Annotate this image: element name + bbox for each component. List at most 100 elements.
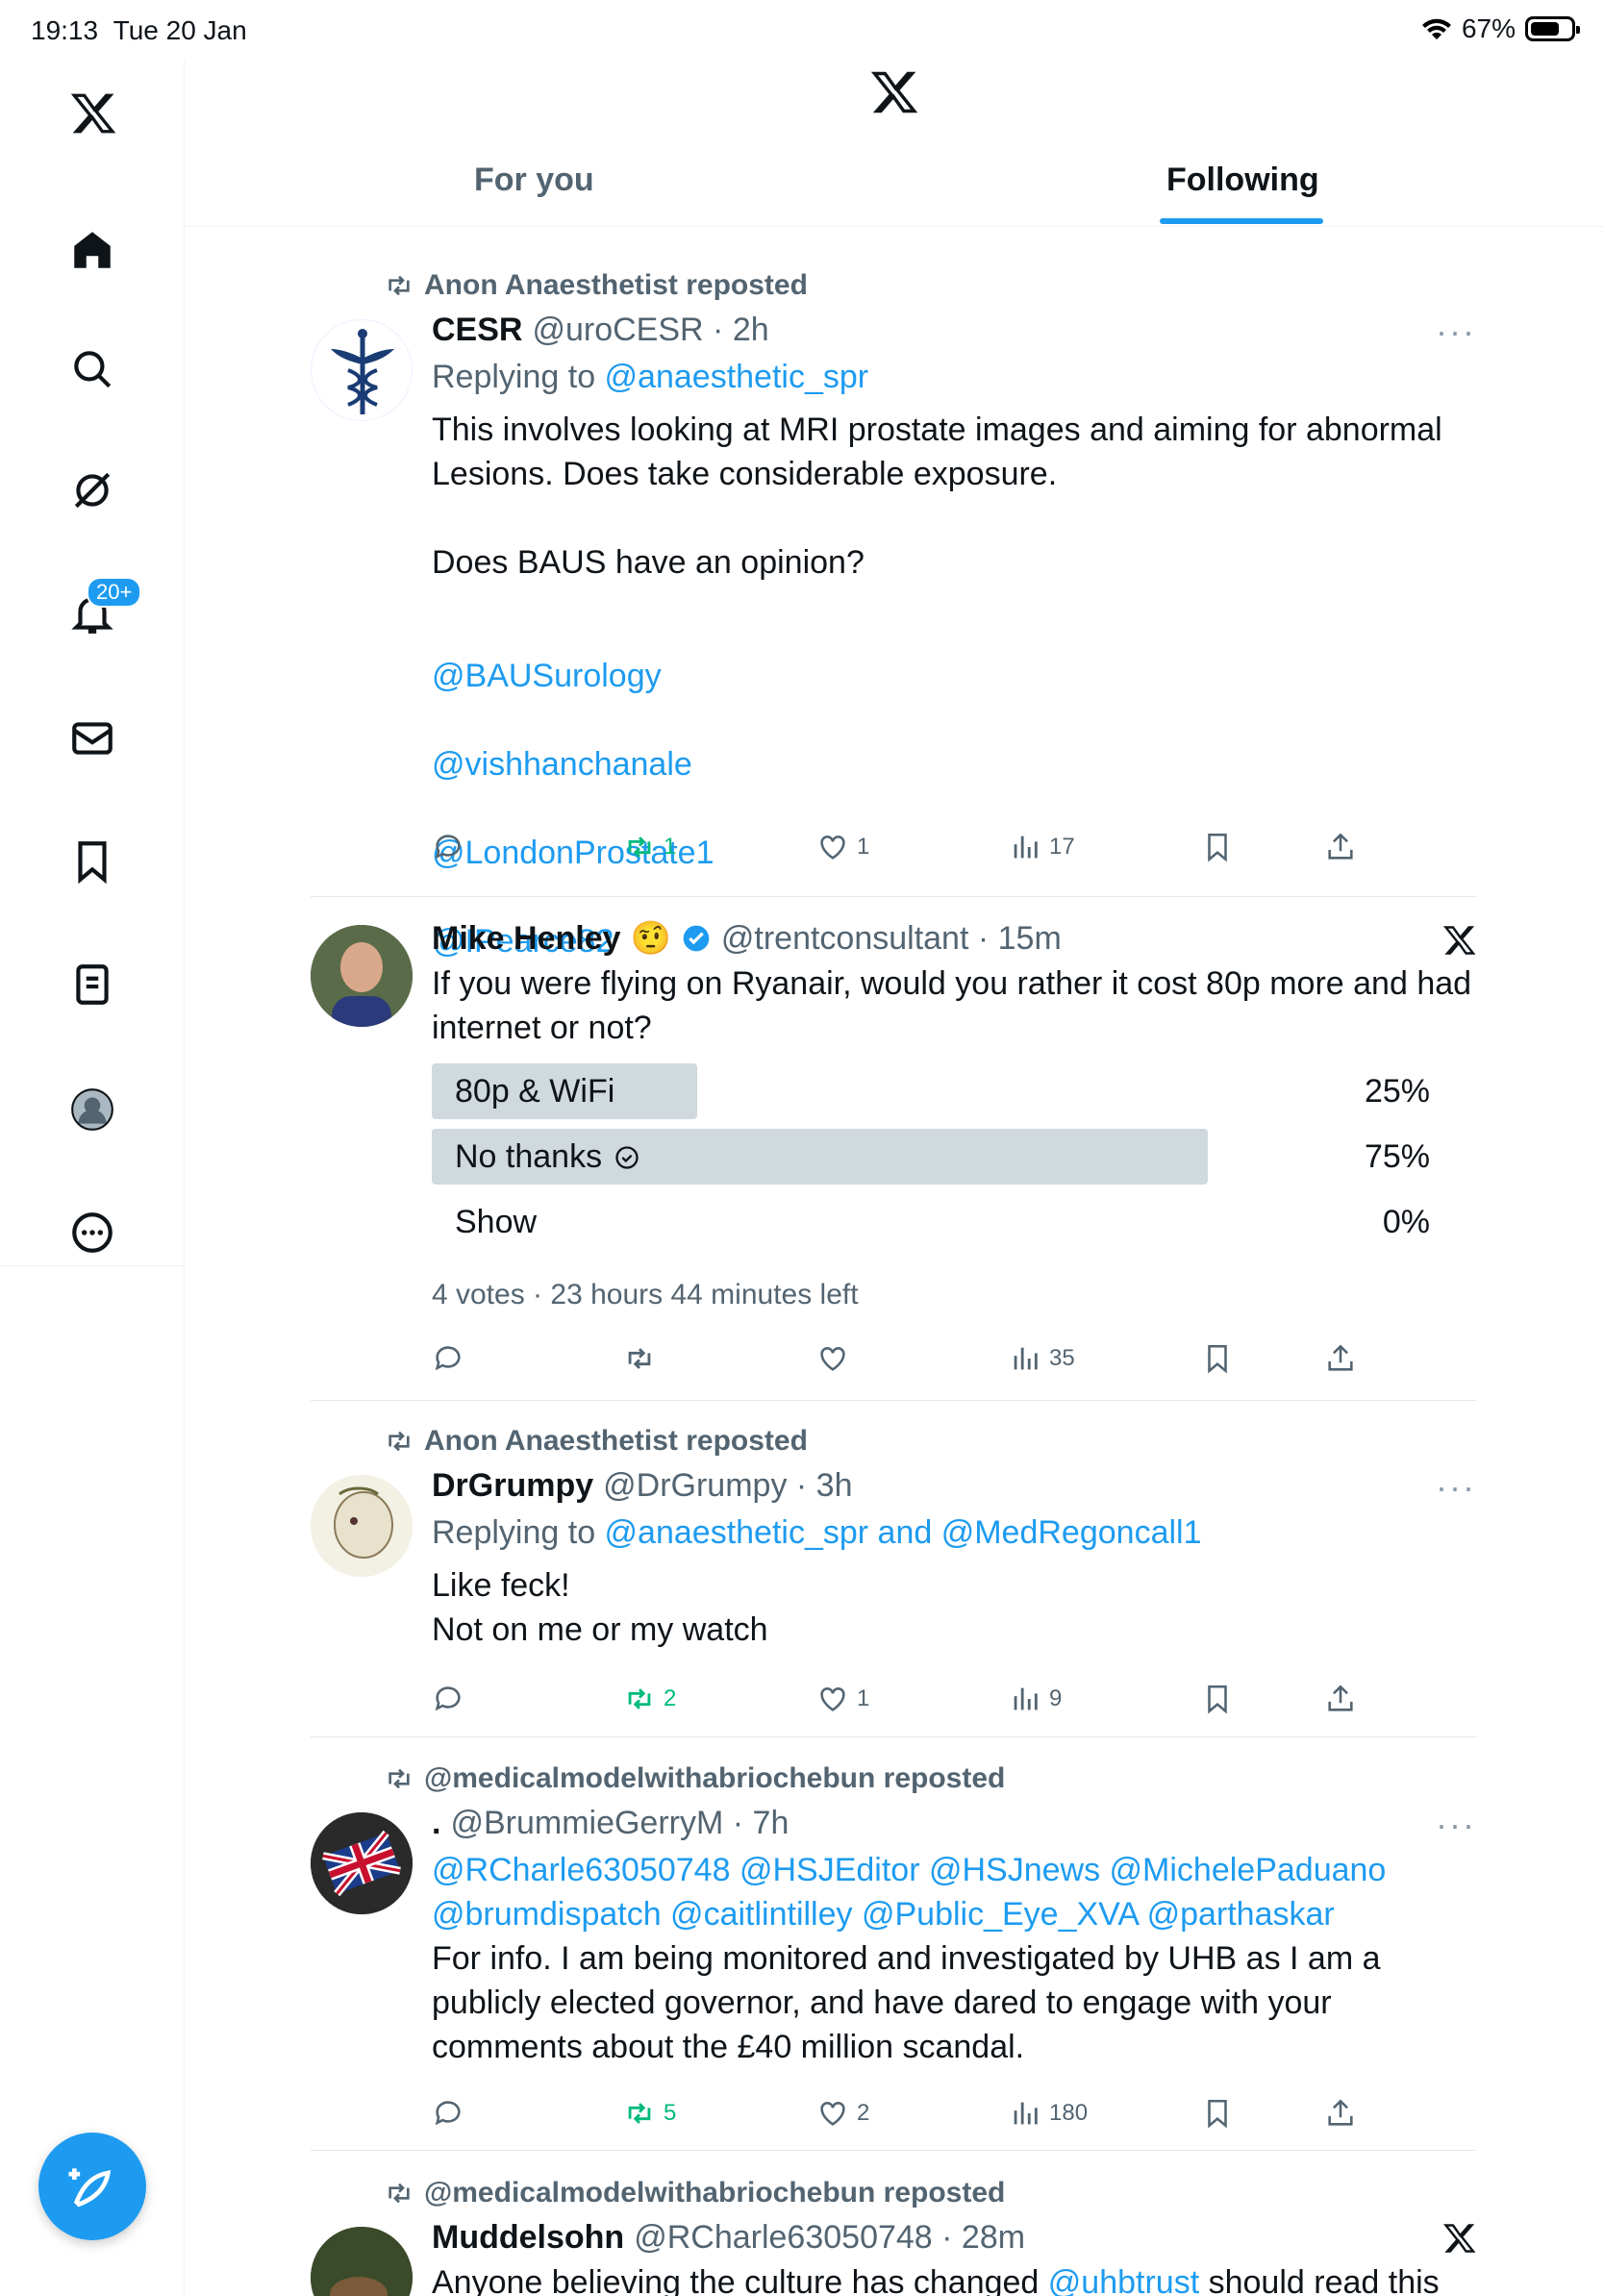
views-button[interactable]: 180 (1009, 2097, 1088, 2130)
bookmark-button[interactable] (1201, 1342, 1234, 1375)
views-button[interactable]: 9 (1009, 1683, 1062, 1715)
post-actions: 2 1 9 (432, 1683, 1476, 1721)
share-button[interactable] (1324, 831, 1357, 863)
reply-icon (435, 2101, 461, 2126)
reply-button[interactable] (432, 2097, 464, 2130)
share-icon (1328, 833, 1353, 860)
avatar[interactable] (311, 319, 413, 421)
like-button[interactable]: 2 (816, 2097, 869, 2130)
post[interactable]: @medicalmodelwithabriochebun reposted Mu… (311, 2177, 1476, 2296)
views-button[interactable]: 17 (1009, 831, 1075, 863)
author-name[interactable]: Muddelsohn (432, 2219, 624, 2257)
share-icon (1328, 1344, 1353, 1371)
post-actions: 5 2 180 (432, 2097, 1476, 2135)
repost-button[interactable] (623, 1342, 656, 1375)
avatar[interactable] (311, 1475, 413, 1577)
grok-icon[interactable] (62, 460, 123, 521)
x-header-logo-icon (870, 71, 918, 113)
bookmark-button[interactable] (1201, 2097, 1234, 2130)
author-name[interactable]: Mike Henley (432, 920, 621, 958)
reply-icon (435, 1686, 461, 1711)
more-icon[interactable] (62, 1202, 123, 1263)
x-logo-icon[interactable] (62, 83, 123, 144)
post[interactable]: Anon Anaesthetist reposted CESR @uroCESR … (311, 269, 1476, 960)
mentions-line[interactable]: @RCharle63050748 @HSJEditor @HSJnews @Mi… (432, 1848, 1476, 1892)
timeline-header: For you Following (186, 60, 1604, 227)
post-text: This involves looking at MRI prostate im… (432, 412, 1442, 581)
post[interactable]: @medicalmodelwithabriochebun reposted . @… (311, 1762, 1476, 2151)
like-button[interactable]: 1 (816, 1683, 869, 1715)
sidebar: 20+ (0, 60, 185, 1266)
more-options-icon[interactable]: ··· (1436, 1805, 1476, 1845)
poll-option: No thanks 75% (432, 1129, 1453, 1185)
tab-selected-indicator (1160, 218, 1323, 224)
views-button[interactable]: 35 (1009, 1342, 1075, 1375)
reply-icon (435, 1346, 461, 1371)
more-options-icon[interactable]: ··· (1436, 1467, 1476, 1508)
share-icon (1328, 2099, 1353, 2126)
repost-button[interactable]: 5 (623, 2097, 676, 2130)
search-icon[interactable] (62, 338, 123, 400)
mention-link[interactable]: @BAUSurology (432, 654, 1476, 698)
share-button[interactable] (1324, 1342, 1357, 1375)
mentions-line[interactable]: @brumdispatch @caitlintilley @Public_Eye… (432, 1892, 1476, 1936)
chosen-check-icon (615, 1145, 639, 1169)
repost-icon (388, 275, 410, 296)
x-grok-icon[interactable] (1441, 2221, 1476, 2256)
like-button[interactable] (816, 1342, 849, 1375)
post[interactable]: Anon Anaesthetist reposted DrGrumpy @DrGr… (311, 1425, 1476, 1737)
author-handle[interactable]: @BrummieGerryM · 7h (450, 1805, 789, 1842)
author-handle[interactable]: @DrGrumpy · 3h (603, 1467, 852, 1505)
reply-button[interactable] (432, 1342, 464, 1375)
repost-icon (388, 2183, 410, 2204)
bookmark-button[interactable] (1201, 831, 1234, 863)
lists-icon[interactable] (62, 954, 123, 1015)
messages-icon[interactable] (62, 708, 123, 769)
avatar[interactable] (311, 925, 413, 1027)
post-text: Anyone believing the culture has changed… (432, 2260, 1476, 2296)
bookmarks-icon[interactable] (62, 831, 123, 892)
repost-button[interactable]: 2 (623, 1683, 676, 1715)
poll-meta: 4 votes · 23 hours 44 minutes left (432, 1279, 859, 1310)
share-button[interactable] (1324, 1683, 1357, 1715)
reply-button[interactable] (432, 831, 464, 863)
wifi-icon (1421, 18, 1451, 39)
battery-icon (1525, 16, 1580, 41)
views-chart-icon (1014, 1347, 1038, 1370)
repost-indicator: @medicalmodelwithabriochebun reposted (384, 1762, 1005, 1795)
share-button[interactable] (1324, 2097, 1357, 2130)
author-name[interactable]: DrGrumpy (432, 1467, 593, 1505)
avatar[interactable] (311, 2227, 413, 2296)
compose-feather-icon (68, 2168, 112, 2208)
repost-button[interactable]: 1 (623, 831, 676, 863)
profile-avatar-icon[interactable] (62, 1079, 123, 1140)
tab-for-you[interactable]: For you (474, 162, 594, 199)
reply-mention-link[interactable]: @anaesthetic_spr (605, 359, 869, 395)
author-name[interactable]: CESR (432, 312, 522, 349)
author-handle[interactable]: @trentconsultant · 15m (721, 920, 1062, 958)
like-button[interactable]: 1 (816, 831, 869, 863)
repost-icon (388, 1768, 410, 1789)
repost-indicator: Anon Anaesthetist reposted (384, 1425, 808, 1458)
compose-button[interactable] (38, 2133, 146, 2240)
mention-link[interactable]: @vishhanchanale (432, 742, 1476, 786)
x-grok-icon[interactable] (1441, 923, 1476, 958)
author-handle[interactable]: @uroCESR · 2h (532, 312, 768, 349)
reply-button[interactable] (432, 1683, 464, 1715)
reply-icon (435, 835, 461, 860)
author-handle[interactable]: @RCharle63050748 · 28m (634, 2219, 1025, 2257)
tab-following[interactable]: Following (1166, 162, 1319, 199)
more-options-icon[interactable]: ··· (1436, 312, 1476, 352)
bookmark-button[interactable] (1201, 1683, 1234, 1715)
author-name[interactable]: . (432, 1805, 440, 1842)
home-icon[interactable] (62, 219, 123, 281)
views-chart-icon (1014, 836, 1038, 859)
notifications-badge: 20+ (87, 577, 142, 608)
avatar[interactable] (311, 1812, 413, 1914)
reply-mention-link[interactable]: @anaesthetic_spr and @MedRegoncall1 (605, 1514, 1202, 1551)
notifications-icon[interactable]: 20+ (62, 577, 142, 644)
heart-icon (820, 1347, 845, 1371)
mention-link[interactable]: @uhbtrust (1048, 2264, 1199, 2296)
post[interactable]: Mike Henley 🤨 @trentconsultant · 15m If yo… (311, 898, 1476, 1401)
status-time: 19:13 Tue 20 Jan (31, 15, 247, 45)
